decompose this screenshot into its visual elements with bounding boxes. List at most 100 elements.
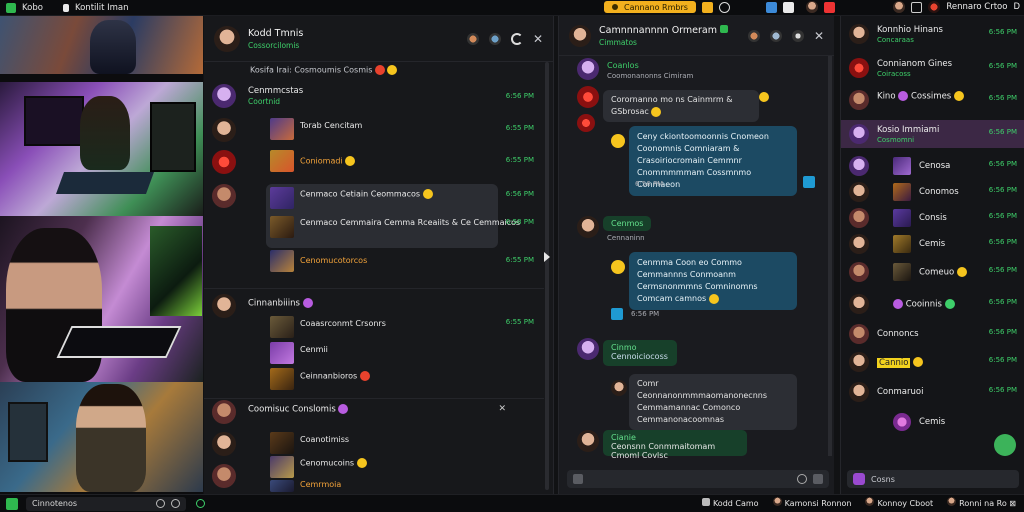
- video-tile-1[interactable]: [0, 16, 203, 74]
- message-text: Cenmaco Cetiain Ceommacos: [300, 189, 433, 199]
- emoji-button-icon[interactable]: [797, 474, 807, 484]
- video-tile-4[interactable]: [0, 382, 203, 492]
- message-row[interactable]: Cenomucotorcos 6:55 PM: [212, 250, 542, 276]
- right-suffix[interactable]: D: [1013, 2, 1020, 12]
- next-icon[interactable]: [171, 499, 180, 508]
- video-call-icon[interactable]: [466, 32, 479, 45]
- refresh-icon[interactable]: [510, 32, 523, 45]
- chat1-header: Kodd Tmnis Cossorcilomis ✕: [204, 16, 553, 62]
- pinned-message[interactable]: Kosifa Irai: Cosmoumis Cosmis: [250, 65, 398, 75]
- app-logo-icon[interactable]: [6, 498, 18, 510]
- voice-call-icon[interactable]: [769, 29, 782, 42]
- send-icon[interactable]: [813, 474, 823, 484]
- message-bubble[interactable]: Cianie Ceonsnn Conmmaitomam Cmoml Covlsc: [603, 430, 747, 460]
- chat1-header-avatar[interactable]: [214, 25, 240, 52]
- message-image[interactable]: [270, 250, 294, 272]
- message-image[interactable]: [270, 456, 294, 478]
- more-icon[interactable]: [791, 29, 804, 42]
- message-row[interactable]: Cenmaco Cetiain Ceommacos Cenmaco Cemmai…: [212, 184, 542, 248]
- contact-row[interactable]: Connianom Gines Coiracoss 6:56 PM: [841, 54, 1024, 82]
- bell-icon[interactable]: [718, 1, 730, 13]
- user-avatar[interactable]: [893, 1, 906, 13]
- shortcut-item[interactable]: Ronni na Ro ⊠: [947, 497, 1016, 508]
- message-image[interactable]: [270, 342, 294, 364]
- message-row[interactable]: Coniomadi 6:55 PM: [212, 150, 542, 178]
- shortcut-item[interactable]: Konnoy Cboot: [865, 497, 933, 508]
- message-bubble[interactable]: Cenmos: [603, 216, 652, 231]
- contact-row-selected[interactable]: Kosio Immiami Cosmomni 6:56 PM: [841, 120, 1024, 148]
- contact-time: 6:56 PM: [988, 62, 1017, 70]
- contact-row[interactable]: Kino Cossimes 6:56 PM: [841, 86, 1024, 114]
- message-bubble[interactable]: Cinmo Cennoiciocoss: [603, 340, 677, 366]
- video-call-icon[interactable]: [747, 29, 760, 42]
- voice-call-icon[interactable]: [488, 32, 501, 45]
- contact-row[interactable]: Conmaruoi 6:56 PM: [841, 378, 1024, 406]
- right-user-label[interactable]: Rennaro Crtoo: [946, 2, 1007, 12]
- attach-icon[interactable]: [156, 499, 165, 508]
- yellow-icon[interactable]: [701, 1, 713, 13]
- contact-name: Conomos: [919, 187, 959, 197]
- contact-row[interactable]: Cemis 6:56 PM: [841, 230, 1024, 258]
- top-avatar[interactable]: [805, 1, 818, 13]
- call-pill[interactable]: Cannano Rmbrs: [604, 1, 696, 13]
- attach-icon[interactable]: [573, 474, 583, 484]
- message-image[interactable]: [270, 187, 294, 209]
- contact-name-part: Comeuo: [919, 267, 955, 278]
- message-group[interactable]: Cinnanbiiins Coaasrconmt Crsonrs Cenmii …: [212, 294, 542, 394]
- message-image[interactable]: [270, 480, 294, 492]
- shortcut-item[interactable]: Kamonsi Ronnon: [772, 497, 851, 508]
- message-image[interactable]: [270, 118, 294, 140]
- contact-row[interactable]: Conomos 6:56 PM: [841, 178, 1024, 206]
- emoji-icon: [898, 91, 909, 101]
- contact-row[interactable]: Konnhio Hinans Concaraas 6:56 PM: [841, 20, 1024, 48]
- close-icon[interactable]: ✕: [498, 404, 506, 414]
- avatar: [849, 262, 869, 282]
- sticker-icon[interactable]: [853, 473, 865, 485]
- contact-row[interactable]: Consis 6:56 PM: [841, 204, 1024, 232]
- message-image[interactable]: [270, 216, 294, 238]
- chat2-scrollbar[interactable]: [828, 56, 832, 456]
- close-icon[interactable]: ✕: [814, 30, 824, 42]
- message-image[interactable]: [270, 368, 294, 390]
- avatar: [849, 352, 869, 372]
- message-group[interactable]: Coomisuc Conslomis ✕ Coanotimiss Cenomuc…: [212, 400, 542, 492]
- close-icon[interactable]: ✕: [533, 33, 543, 45]
- flag-icon[interactable]: [823, 1, 835, 13]
- message-time: 6:55 PM: [505, 318, 534, 326]
- account-avatar[interactable]: [928, 1, 941, 13]
- contact-row[interactable]: Connoncs 6:56 PM: [841, 320, 1024, 348]
- whatsapp-icon[interactable]: [196, 499, 205, 508]
- shortcut-avatar: [772, 497, 782, 506]
- close-icon[interactable]: ⊠: [1009, 499, 1016, 508]
- message-row[interactable]: Cenmmcstas Coortnid 6:56 PM: [212, 84, 542, 114]
- shortcut-item[interactable]: Kodd Camo: [701, 497, 759, 508]
- message-image[interactable]: [270, 432, 294, 454]
- message-bubble[interactable]: Comr Ceonnanonmmmaomanonecnns Cemmamanna…: [629, 374, 797, 430]
- message-bubble[interactable]: Cenmma Coon eo Commo Cemmannns Conmoanm …: [629, 252, 797, 310]
- chat2-header-avatar[interactable]: [569, 24, 591, 47]
- emoji-icon: [302, 298, 313, 308]
- message-bubble[interactable]: Corornanno mo ns Cainmrm & GSbrosac: [603, 90, 759, 122]
- grid-icon[interactable]: [911, 1, 923, 13]
- video-tile-3[interactable]: [0, 216, 203, 382]
- message-image[interactable]: [270, 316, 294, 338]
- badge-icon[interactable]: [782, 1, 794, 13]
- bottom-search-input[interactable]: Cinnotenos: [26, 496, 186, 511]
- contacts-search-input[interactable]: Cosns: [847, 470, 1019, 488]
- message-row[interactable]: Torab Cencitam 6:55 PM: [212, 118, 542, 144]
- contact-row[interactable]: Cemis: [841, 408, 1024, 436]
- contact-row[interactable]: Comeuo 6:56 PM: [841, 258, 1024, 286]
- video-tile-2[interactable]: [0, 82, 203, 216]
- new-chat-button[interactable]: [994, 434, 1016, 456]
- chat1-scrollbar[interactable]: [545, 62, 549, 490]
- contact-row[interactable]: Cooinnis 6:56 PM: [841, 290, 1024, 318]
- chat2-message-input[interactable]: [567, 470, 829, 488]
- contact-row[interactable]: Cannio 6:56 PM: [841, 348, 1024, 376]
- message-time: 6:55 PM: [505, 124, 534, 132]
- message-image[interactable]: [270, 150, 294, 172]
- contact-name: Kosio Immiami: [877, 125, 940, 135]
- avatar: [212, 432, 236, 456]
- collapse-arrow-icon[interactable]: [544, 252, 550, 262]
- contact-row[interactable]: Cenosa 6:56 PM: [841, 152, 1024, 180]
- screen-icon[interactable]: [765, 1, 777, 13]
